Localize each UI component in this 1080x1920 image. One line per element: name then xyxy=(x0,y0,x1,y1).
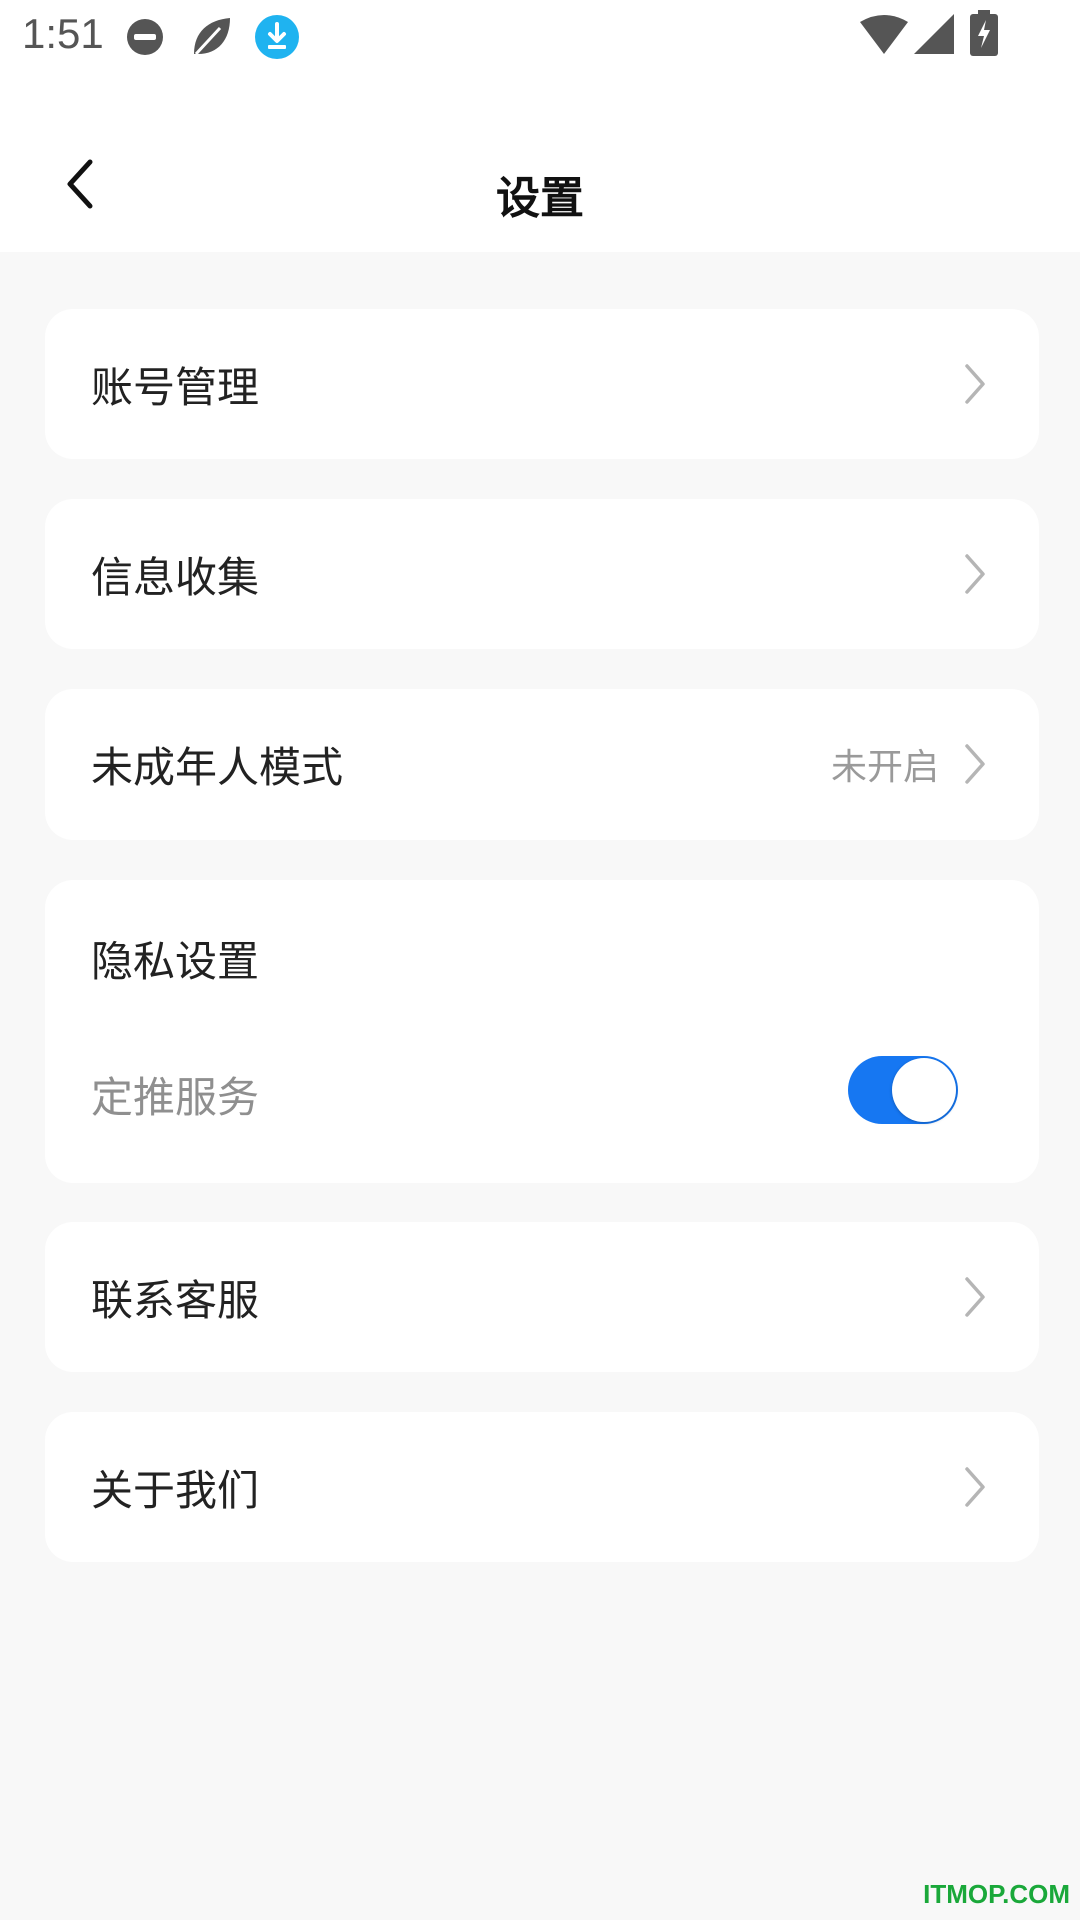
info-collection-row[interactable]: 信息收集 xyxy=(45,499,1039,649)
account-management-row[interactable]: 账号管理 xyxy=(45,309,1039,459)
minor-mode-status: 未开启 xyxy=(830,747,939,788)
contact-support-row[interactable]: 联系客服 xyxy=(45,1222,1039,1372)
minor-mode-label: 未成年人模式 xyxy=(91,742,344,792)
chevron-right-icon xyxy=(965,744,985,784)
download-icon xyxy=(255,15,299,59)
wifi-icon xyxy=(860,15,908,54)
privacy-card: 隐私设置 定推服务 xyxy=(45,880,1039,1183)
chevron-right-icon xyxy=(965,1467,985,1507)
watermark: ITMOP.COM xyxy=(923,1879,1070,1909)
chevron-right-icon xyxy=(965,1277,985,1317)
account-management-label: 账号管理 xyxy=(91,362,260,412)
contact-support-label: 联系客服 xyxy=(91,1275,260,1325)
targeted-push-toggle[interactable] xyxy=(848,1056,958,1124)
chevron-right-icon xyxy=(965,554,985,594)
info-collection-card: 信息收集 xyxy=(45,499,1039,649)
minor-mode-card: 未成年人模式 未开启 xyxy=(45,689,1039,840)
about-us-label: 关于我们 xyxy=(91,1465,260,1515)
toggle-knob xyxy=(892,1058,956,1122)
contact-card: 联系客服 xyxy=(45,1222,1039,1372)
do-not-disturb-icon xyxy=(127,19,163,55)
about-card: 关于我们 xyxy=(45,1412,1039,1562)
status-time: 1:51 xyxy=(22,10,104,57)
targeted-push-label: 定推服务 xyxy=(91,1073,260,1122)
about-us-row[interactable]: 关于我们 xyxy=(45,1412,1039,1562)
app-header: 设置 xyxy=(0,74,1080,252)
battery-charging-icon xyxy=(970,10,998,56)
chevron-right-icon xyxy=(965,364,985,404)
privacy-settings-title: 隐私设置 xyxy=(91,937,260,986)
cell-signal-icon xyxy=(914,14,954,54)
settings-screen: 1:51 设置 账号管理 信息收集 未成年人模式 未开启 隐私设置 定推服务 联… xyxy=(0,0,1080,1920)
leaf-icon xyxy=(194,18,230,56)
info-collection-label: 信息收集 xyxy=(91,552,260,602)
page-title: 设置 xyxy=(496,173,584,224)
minor-mode-row[interactable]: 未成年人模式 未开启 xyxy=(45,689,1039,839)
account-card: 账号管理 xyxy=(45,309,1039,459)
status-bar: 1:51 xyxy=(0,0,1080,74)
